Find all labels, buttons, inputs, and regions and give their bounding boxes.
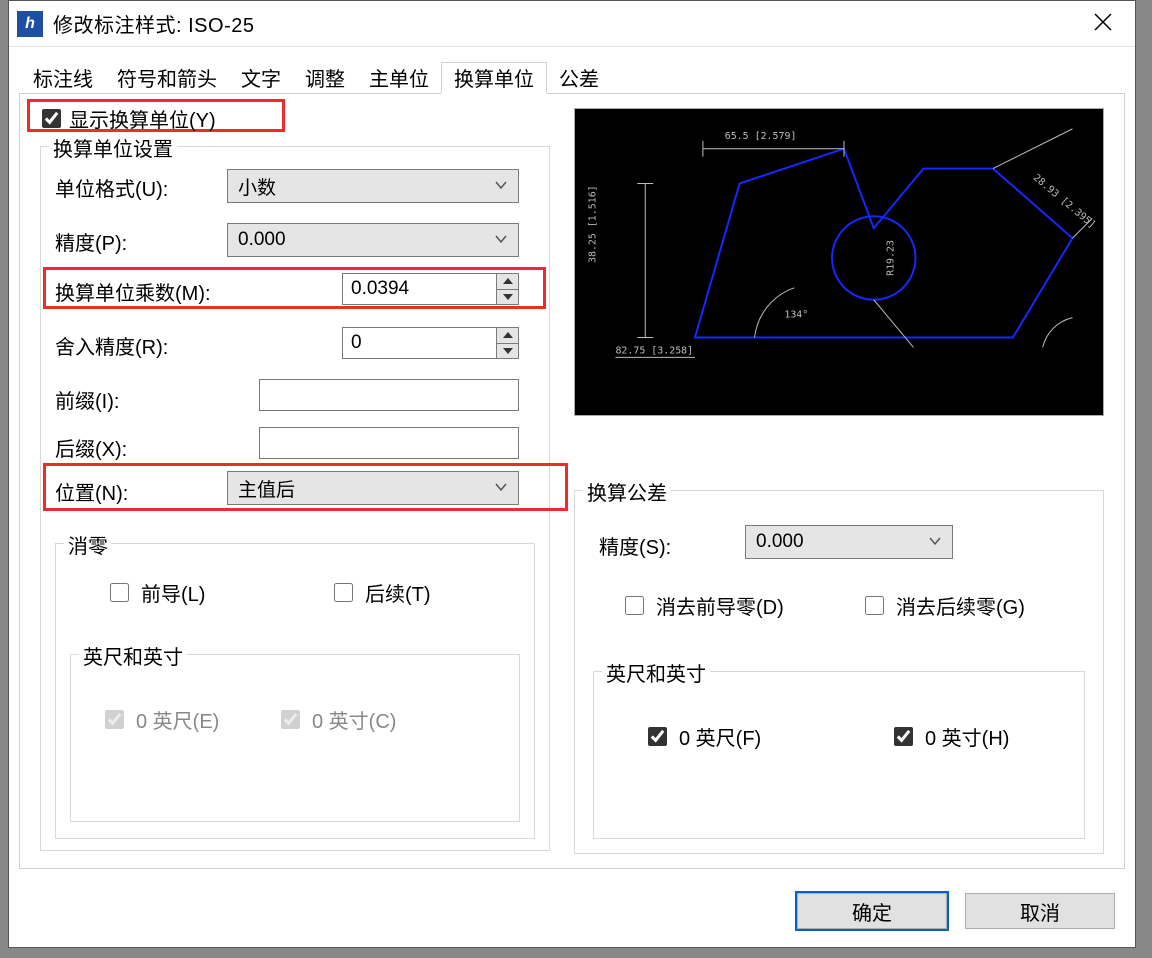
unit-format-combo[interactable]: 小数	[227, 169, 519, 203]
unit-format-value: 小数	[238, 173, 276, 200]
zero-suppress-title: 消零	[64, 530, 112, 559]
feet-inch-title: 英尺和英寸	[79, 641, 187, 670]
feet-inch-group: 英尺和英寸 0 英尺(E) 0 英寸(C)	[70, 654, 520, 822]
svg-text:134°: 134°	[784, 310, 808, 321]
preview-svg: 65.5 [2.579] 38.25 [1.516] 82.75 [3.258]…	[575, 109, 1103, 415]
svg-text:65.5 [2.579]: 65.5 [2.579]	[725, 131, 797, 142]
trailing-zero-checkbox[interactable]	[334, 583, 353, 602]
close-button[interactable]	[1083, 7, 1123, 37]
zero-feet-row: 0 英尺(E)	[105, 705, 219, 734]
multiplier-spin-btns[interactable]	[496, 274, 518, 304]
tab-tolerance[interactable]: 公差	[547, 61, 611, 93]
tol-zero-feet-row: 0 英尺(F)	[648, 722, 761, 751]
alt-units-settings-title: 换算单位设置	[49, 133, 177, 162]
zero-suppress-group: 消零 前导(L) 后续(T) 英尺和英寸 0 英尺(E)	[55, 543, 535, 839]
tol-zero-inch-label: 0 英寸(H)	[925, 722, 1009, 751]
alt-tolerance-group: 换算公差 精度(S): 0.000 消去前导零(D) 消去后续零(G) 英尺和英…	[574, 490, 1104, 854]
svg-text:82.75 [3.258]: 82.75 [3.258]	[615, 345, 693, 356]
multiplier-input[interactable]: 0.0394	[342, 273, 519, 305]
zero-feet-label: 0 英尺(E)	[136, 705, 219, 734]
tol-trailing-row: 消去后续零(G)	[865, 591, 1025, 620]
tol-feet-inch-title: 英尺和英寸	[602, 658, 710, 687]
tol-leading-label: 消去前导零(D)	[656, 591, 784, 620]
svg-text:38.25 [1.516]: 38.25 [1.516]	[588, 185, 599, 263]
zero-inch-label: 0 英寸(C)	[312, 705, 396, 734]
tab-bar: 标注线 符号和箭头 文字 调整 主单位 换算单位 公差	[19, 59, 1125, 93]
suffix-label: 后缀(X):	[55, 433, 127, 462]
tol-trailing-label: 消去后续零(G)	[896, 591, 1025, 620]
tol-leading-row: 消去前导零(D)	[625, 591, 784, 620]
chevron-down-icon	[494, 480, 508, 494]
precision-label: 精度(P):	[55, 227, 127, 256]
precision-combo[interactable]: 0.000	[227, 223, 519, 257]
precision-value: 0.000	[238, 229, 286, 251]
multiplier-value: 0.0394	[351, 278, 409, 300]
tab-text[interactable]: 文字	[229, 61, 293, 93]
round-value: 0	[351, 332, 362, 354]
svg-text:R19.23: R19.23	[886, 240, 897, 276]
alt-tolerance-title: 换算公差	[583, 477, 671, 506]
alt-units-settings-group: 换算单位设置 单位格式(U): 小数 精度(P): 0.000 换算单位乘数(M…	[40, 146, 550, 851]
svg-text:28.93 [2.395]: 28.93 [2.395]	[1031, 172, 1098, 230]
ok-button[interactable]: 确定	[797, 893, 947, 929]
tol-precision-label: 精度(S):	[599, 531, 671, 560]
show-alt-units-row: 显示换算单位(Y)	[38, 104, 216, 133]
round-input[interactable]: 0	[342, 327, 519, 359]
window-title: 修改标注样式: ISO-25	[53, 9, 254, 38]
tol-zero-inch-checkbox[interactable]	[894, 727, 913, 746]
cancel-button[interactable]: 取消	[965, 893, 1115, 929]
tol-precision-value: 0.000	[756, 531, 804, 553]
app-icon: h	[17, 11, 43, 37]
trailing-zero-label: 后续(T)	[365, 578, 431, 607]
tab-primary-units[interactable]: 主单位	[357, 61, 441, 93]
zero-inch-checkbox	[281, 710, 300, 729]
prefix-input[interactable]	[259, 379, 519, 411]
spin-up-icon[interactable]	[497, 274, 518, 290]
dialog-buttons: 确定 取消	[797, 893, 1115, 929]
tab-alternate-units[interactable]: 换算单位	[441, 62, 547, 94]
tol-precision-combo[interactable]: 0.000	[745, 525, 953, 559]
multiplier-label: 换算单位乘数(M):	[55, 277, 211, 306]
spin-down-icon[interactable]	[497, 344, 518, 359]
zero-feet-checkbox	[105, 710, 124, 729]
tab-panel: 显示换算单位(Y) 换算单位设置 单位格式(U): 小数 精度(P): 0.00…	[19, 93, 1125, 869]
suffix-input[interactable]	[259, 427, 519, 459]
tol-zero-feet-label: 0 英尺(F)	[679, 722, 761, 751]
round-spin-btns[interactable]	[496, 328, 518, 358]
prefix-label: 前缀(I):	[55, 385, 119, 414]
tab-arrows[interactable]: 符号和箭头	[105, 61, 229, 93]
leading-zero-label: 前导(L)	[141, 578, 205, 607]
spin-up-icon[interactable]	[497, 328, 518, 344]
chevron-down-icon	[494, 232, 508, 246]
round-label: 舍入精度(R):	[55, 331, 168, 360]
titlebar: h 修改标注样式: ISO-25	[9, 1, 1135, 47]
chevron-down-icon	[494, 178, 508, 192]
placement-label: 位置(N):	[55, 477, 128, 506]
close-icon	[1094, 13, 1112, 31]
tol-leading-checkbox[interactable]	[625, 596, 644, 615]
leading-zero-row: 前导(L)	[110, 578, 205, 607]
tol-zero-inch-row: 0 英寸(H)	[894, 722, 1009, 751]
client-area: 标注线 符号和箭头 文字 调整 主单位 换算单位 公差 显示换算单位(Y) 换算…	[9, 47, 1135, 947]
tab-lines[interactable]: 标注线	[21, 61, 105, 93]
leading-zero-checkbox[interactable]	[110, 583, 129, 602]
chevron-down-icon	[928, 534, 942, 548]
placement-combo[interactable]: 主值后	[227, 471, 519, 505]
dialog-window: h 修改标注样式: ISO-25 标注线 符号和箭头 文字 调整 主单位 换算单…	[8, 0, 1136, 948]
show-alt-units-label: 显示换算单位(Y)	[69, 104, 216, 133]
tol-feet-inch-group: 英尺和英寸 0 英尺(F) 0 英寸(H)	[593, 671, 1085, 839]
trailing-zero-row: 后续(T)	[334, 578, 431, 607]
show-alt-units-checkbox[interactable]	[42, 109, 61, 128]
tab-fit[interactable]: 调整	[293, 61, 357, 93]
zero-inch-row: 0 英寸(C)	[281, 705, 396, 734]
dimension-preview: 65.5 [2.579] 38.25 [1.516] 82.75 [3.258]…	[574, 108, 1104, 416]
tol-zero-feet-checkbox[interactable]	[648, 727, 667, 746]
unit-format-label: 单位格式(U):	[55, 173, 168, 202]
placement-value: 主值后	[238, 475, 295, 502]
tol-trailing-checkbox[interactable]	[865, 596, 884, 615]
spin-down-icon[interactable]	[497, 290, 518, 305]
